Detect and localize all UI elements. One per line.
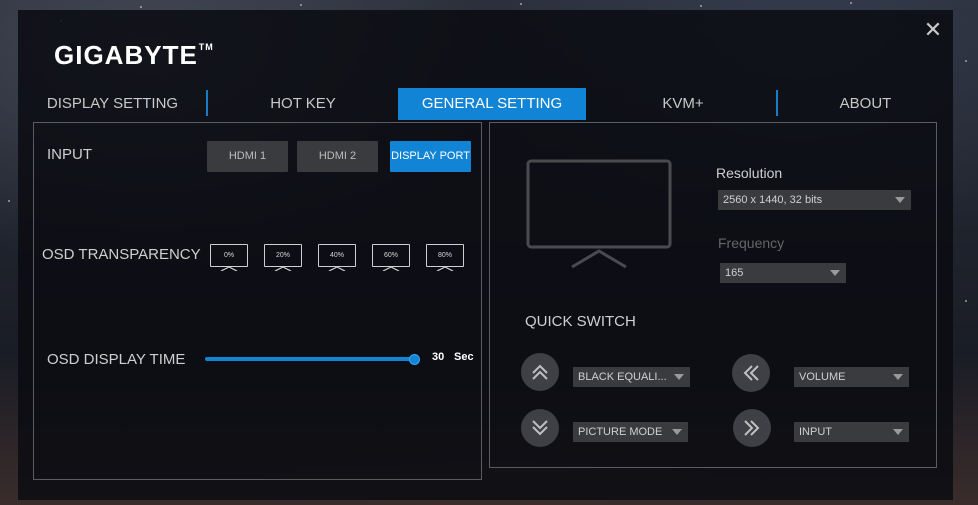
double-chevron-right-icon	[744, 420, 760, 436]
transparency-40-label: 40%	[318, 244, 356, 267]
resolution-select[interactable]: 2560 x 1440, 32 bits	[718, 190, 911, 210]
double-chevron-down-icon	[532, 420, 548, 436]
trademark-mark: TM	[198, 42, 214, 52]
transparency-60-option[interactable]: 60%	[372, 244, 410, 271]
double-chevron-up-icon	[532, 364, 548, 380]
chevron-down-icon	[830, 270, 840, 276]
tab-bar: DISPLAY SETTING HOT KEY GENERAL SETTING …	[18, 88, 953, 120]
quick-switch-up-button[interactable]	[521, 353, 559, 391]
monitor-stand-icon	[274, 267, 292, 271]
osd-display-time-label: OSD DISPLAY TIME	[47, 351, 186, 368]
tab-kvm[interactable]: KVM+	[608, 88, 758, 120]
tab-divider	[206, 90, 208, 116]
frequency-value: 165	[725, 267, 744, 279]
monitor-stand-icon	[220, 267, 238, 271]
quick-switch-right-value: INPUT	[799, 426, 832, 438]
osd-time-unit: Sec	[454, 351, 474, 363]
tab-about[interactable]: ABOUT	[793, 88, 938, 120]
transparency-0-option[interactable]: 0%	[210, 244, 248, 271]
transparency-80-label: 80%	[426, 244, 464, 267]
osd-transparency-label: OSD TRANSPARENCY	[42, 246, 201, 263]
right-settings-panel: Resolution 2560 x 1440, 32 bits Frequenc…	[489, 122, 937, 468]
double-chevron-left-icon	[743, 365, 759, 381]
osd-time-value: 30	[432, 351, 445, 363]
tab-hot-key[interactable]: HOT KEY	[228, 88, 378, 120]
left-settings-panel: INPUT HDMI 1 HDMI 2 DISPLAY PORT OSD TRA…	[33, 122, 482, 480]
hdmi2-button[interactable]: HDMI 2	[297, 141, 378, 172]
monitor-stand-icon	[328, 267, 346, 271]
transparency-40-option[interactable]: 40%	[318, 244, 356, 271]
transparency-0-label: 0%	[210, 244, 248, 267]
display-port-button[interactable]: DISPLAY PORT	[390, 141, 471, 172]
quick-switch-left-button[interactable]	[732, 354, 770, 392]
osd-time-slider-thumb[interactable]	[409, 354, 420, 365]
quick-switch-right-button[interactable]	[733, 409, 771, 447]
chevron-down-icon	[893, 429, 903, 435]
quick-switch-right-select[interactable]: INPUT	[794, 422, 909, 442]
osd-transparency-options: 0% 20% 40% 60% 80%	[210, 244, 480, 274]
tab-display-setting[interactable]: DISPLAY SETTING	[40, 88, 185, 120]
quick-switch-down-select[interactable]: PICTURE MODE	[573, 422, 688, 442]
monitor-icon	[526, 159, 672, 269]
chevron-down-icon	[893, 374, 903, 380]
logo-text: GIGABYTE	[54, 40, 198, 70]
input-label: INPUT	[47, 146, 92, 163]
quick-switch-down-button[interactable]	[521, 409, 559, 447]
frequency-label: Frequency	[718, 235, 785, 251]
osd-time-slider[interactable]	[205, 357, 413, 361]
resolution-label: Resolution	[716, 165, 783, 181]
quick-switch-left-value: VOLUME	[799, 371, 846, 383]
quick-switch-left-select[interactable]: VOLUME	[794, 367, 909, 387]
gigabyte-logo: GIGABYTETM	[54, 40, 214, 71]
transparency-20-label: 20%	[264, 244, 302, 267]
resolution-value: 2560 x 1440, 32 bits	[723, 194, 823, 206]
close-icon[interactable]: ✕	[923, 19, 943, 41]
quick-switch-down-value: PICTURE MODE	[578, 426, 663, 438]
monitor-stand-icon	[382, 267, 400, 271]
quick-switch-up-select[interactable]: BLACK EQUALI...	[573, 367, 690, 387]
transparency-20-option[interactable]: 20%	[264, 244, 302, 271]
hdmi1-button[interactable]: HDMI 1	[207, 141, 288, 172]
chevron-down-icon	[674, 374, 684, 380]
quick-switch-up-value: BLACK EQUALI...	[578, 371, 667, 383]
tab-general-setting[interactable]: GENERAL SETTING	[398, 88, 586, 120]
chevron-down-icon	[895, 197, 905, 203]
quick-switch-label: QUICK SWITCH	[525, 313, 636, 330]
transparency-60-label: 60%	[372, 244, 410, 267]
monitor-stand-icon	[436, 267, 454, 271]
app-window: ✕ GIGABYTETM DISPLAY SETTING HOT KEY GEN…	[18, 10, 953, 500]
tab-divider	[776, 90, 778, 116]
chevron-down-icon	[672, 429, 682, 435]
frequency-select[interactable]: 165	[720, 263, 846, 283]
transparency-80-option[interactable]: 80%	[426, 244, 464, 271]
